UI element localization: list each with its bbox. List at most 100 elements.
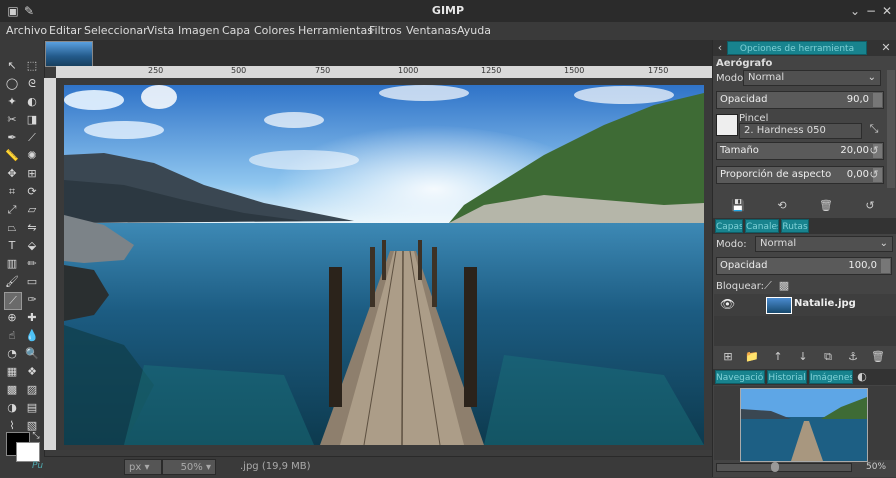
text-tool-icon[interactable]: T: [4, 238, 20, 254]
reset-aspect-icon[interactable]: ↺: [867, 168, 881, 182]
levels-icon[interactable]: ▤: [24, 400, 40, 416]
menu-herramientas[interactable]: Herramientas: [298, 24, 373, 37]
move-icon[interactable]: ✥: [4, 166, 20, 182]
reset-size-icon[interactable]: ↺: [867, 144, 881, 158]
warp-icon[interactable]: ❖: [24, 364, 40, 380]
size-slider[interactable]: Tamaño 20,00: [716, 142, 884, 160]
measure-icon[interactable]: 📏: [4, 148, 20, 164]
brush-preview[interactable]: [716, 114, 738, 136]
bucket-fill-icon[interactable]: ⬙: [24, 238, 40, 254]
layer-opacity-slider[interactable]: Opacidad 100,0: [716, 257, 892, 275]
chevron-left-icon[interactable]: ‹: [713, 41, 727, 55]
menu-vista[interactable]: Vista: [147, 24, 174, 37]
blend-icon[interactable]: ▥: [4, 256, 20, 272]
align-icon[interactable]: ⊞: [24, 166, 40, 182]
delete-layer-icon[interactable]: 🗑: [871, 350, 885, 364]
perspective-icon[interactable]: ⏢: [4, 220, 20, 236]
menu-seleccionar[interactable]: Seleccionar: [84, 24, 148, 37]
navigator-zoom-slider[interactable]: [716, 462, 852, 472]
smudge-icon[interactable]: ☝: [4, 328, 20, 344]
rotate-icon[interactable]: ⟳: [24, 184, 40, 200]
heal-icon[interactable]: ✚: [24, 310, 40, 326]
grid-icon[interactable]: ▩: [4, 382, 20, 398]
duplicate-layer-icon[interactable]: ⧉: [821, 350, 835, 364]
layer-opacity-spinner[interactable]: [881, 259, 890, 273]
layer-mode-select[interactable]: Normal ⌄: [755, 236, 893, 252]
flip-icon[interactable]: ⇋: [24, 220, 40, 236]
brush-select[interactable]: 2. Hardness 050: [739, 123, 862, 139]
menu-ayuda[interactable]: Ayuda: [457, 24, 491, 37]
color-picker-icon[interactable]: ⟋: [24, 130, 40, 146]
zoom-slider-handle[interactable]: [771, 462, 779, 472]
blur-icon[interactable]: 💧: [24, 328, 40, 344]
tab-layers[interactable]: Capas: [715, 219, 743, 233]
panel-menu-icon[interactable]: ✕: [879, 41, 893, 55]
paintbrush-icon[interactable]: 🖌: [4, 274, 20, 290]
fuzzy-select-icon[interactable]: ✦: [4, 94, 20, 110]
menu-colores[interactable]: Colores: [254, 24, 295, 37]
pointer-tool-icon[interactable]: ↖: [4, 58, 20, 74]
restore-options-icon[interactable]: ⟲: [775, 199, 789, 213]
image-tab-thumbnail[interactable]: [45, 41, 93, 67]
tab-history[interactable]: Historial: [767, 370, 807, 384]
ellipse-select-icon[interactable]: ◯: [4, 76, 20, 92]
layer-row[interactable]: 👁 Natalie.jpg: [714, 294, 896, 316]
lock-alpha-icon[interactable]: ▩: [777, 279, 791, 293]
scissors-icon[interactable]: ✂: [4, 112, 20, 128]
pencil-icon[interactable]: ✏: [24, 256, 40, 272]
dodge-icon[interactable]: ◔: [4, 346, 20, 362]
clone-icon[interactable]: ⊕: [4, 310, 20, 326]
close-icon[interactable]: ✕: [880, 4, 894, 18]
tab-images[interactable]: Imágenes: [809, 370, 853, 384]
unit-select[interactable]: px ▾: [124, 459, 162, 475]
cage-icon[interactable]: ▦: [4, 364, 20, 380]
opacity-spinner[interactable]: [873, 93, 882, 107]
swap-colors-icon[interactable]: ⤡: [28, 428, 44, 444]
delete-options-icon[interactable]: 🗑: [819, 199, 833, 213]
menu-capa[interactable]: Capa: [222, 24, 250, 37]
eraser-icon[interactable]: ▭: [24, 274, 40, 290]
navigator-menu-icon[interactable]: ◐: [855, 370, 869, 384]
tab-tool-options[interactable]: Opciones de herramienta: [727, 41, 867, 55]
magnify-icon[interactable]: 🔍: [24, 346, 40, 362]
menu-filtros[interactable]: Filtros: [369, 24, 402, 37]
menu-ventanas[interactable]: Ventanas: [406, 24, 457, 37]
menu-archivo[interactable]: Archivo: [6, 24, 47, 37]
color-select-icon[interactable]: ◐: [24, 94, 40, 110]
zoom-select[interactable]: 50% ▾: [162, 459, 216, 475]
opacity-slider[interactable]: Opacidad 90,0: [716, 91, 884, 109]
crop-icon[interactable]: ⌗: [4, 184, 20, 200]
tab-paths[interactable]: Rutas: [781, 219, 809, 233]
new-layer-group-icon[interactable]: 📁: [745, 350, 759, 364]
image-canvas[interactable]: [64, 85, 704, 445]
navigator-preview-area[interactable]: [714, 386, 896, 462]
menu-editar[interactable]: Editar: [49, 24, 82, 37]
paths-icon[interactable]: ✒: [4, 130, 20, 146]
zoom-icon[interactable]: ✺: [24, 148, 40, 164]
contrast-icon[interactable]: ◑: [4, 400, 20, 416]
lasso-icon[interactable]: ᘓ: [24, 76, 40, 92]
aspect-slider[interactable]: Proporción de aspecto 0,00: [716, 166, 884, 184]
anchor-layer-icon[interactable]: ⚓: [846, 350, 860, 364]
scale-icon[interactable]: ⤢: [4, 202, 20, 218]
tab-navigation[interactable]: Navegación: [715, 370, 765, 384]
minimize-icon[interactable]: −: [864, 4, 878, 18]
brush-edit-icon[interactable]: ⤡: [867, 122, 881, 136]
tool-options-scrollbar[interactable]: [887, 70, 895, 188]
shear-icon[interactable]: ▱: [24, 202, 40, 218]
reset-options-icon[interactable]: ↺: [863, 199, 877, 213]
palette-icon[interactable]: ▨: [24, 382, 40, 398]
save-options-icon[interactable]: 💾: [731, 199, 745, 213]
background-color-swatch[interactable]: [16, 442, 40, 462]
chevron-down-icon[interactable]: ⌄: [848, 4, 862, 18]
ink-icon[interactable]: ✑: [24, 292, 40, 308]
lock-pixels-icon[interactable]: ⟋: [761, 279, 775, 293]
menu-imagen[interactable]: Imagen: [178, 24, 219, 37]
rect-select-icon[interactable]: ⬚: [24, 58, 40, 74]
raise-layer-icon[interactable]: ↑: [771, 350, 785, 364]
eye-icon[interactable]: 👁: [720, 297, 735, 311]
mode-select[interactable]: Normal ⌄: [743, 70, 881, 86]
airbrush-icon[interactable]: ⟋: [4, 292, 22, 310]
foreground-select-icon[interactable]: ◨: [24, 112, 40, 128]
new-layer-icon[interactable]: ⊞: [721, 350, 735, 364]
